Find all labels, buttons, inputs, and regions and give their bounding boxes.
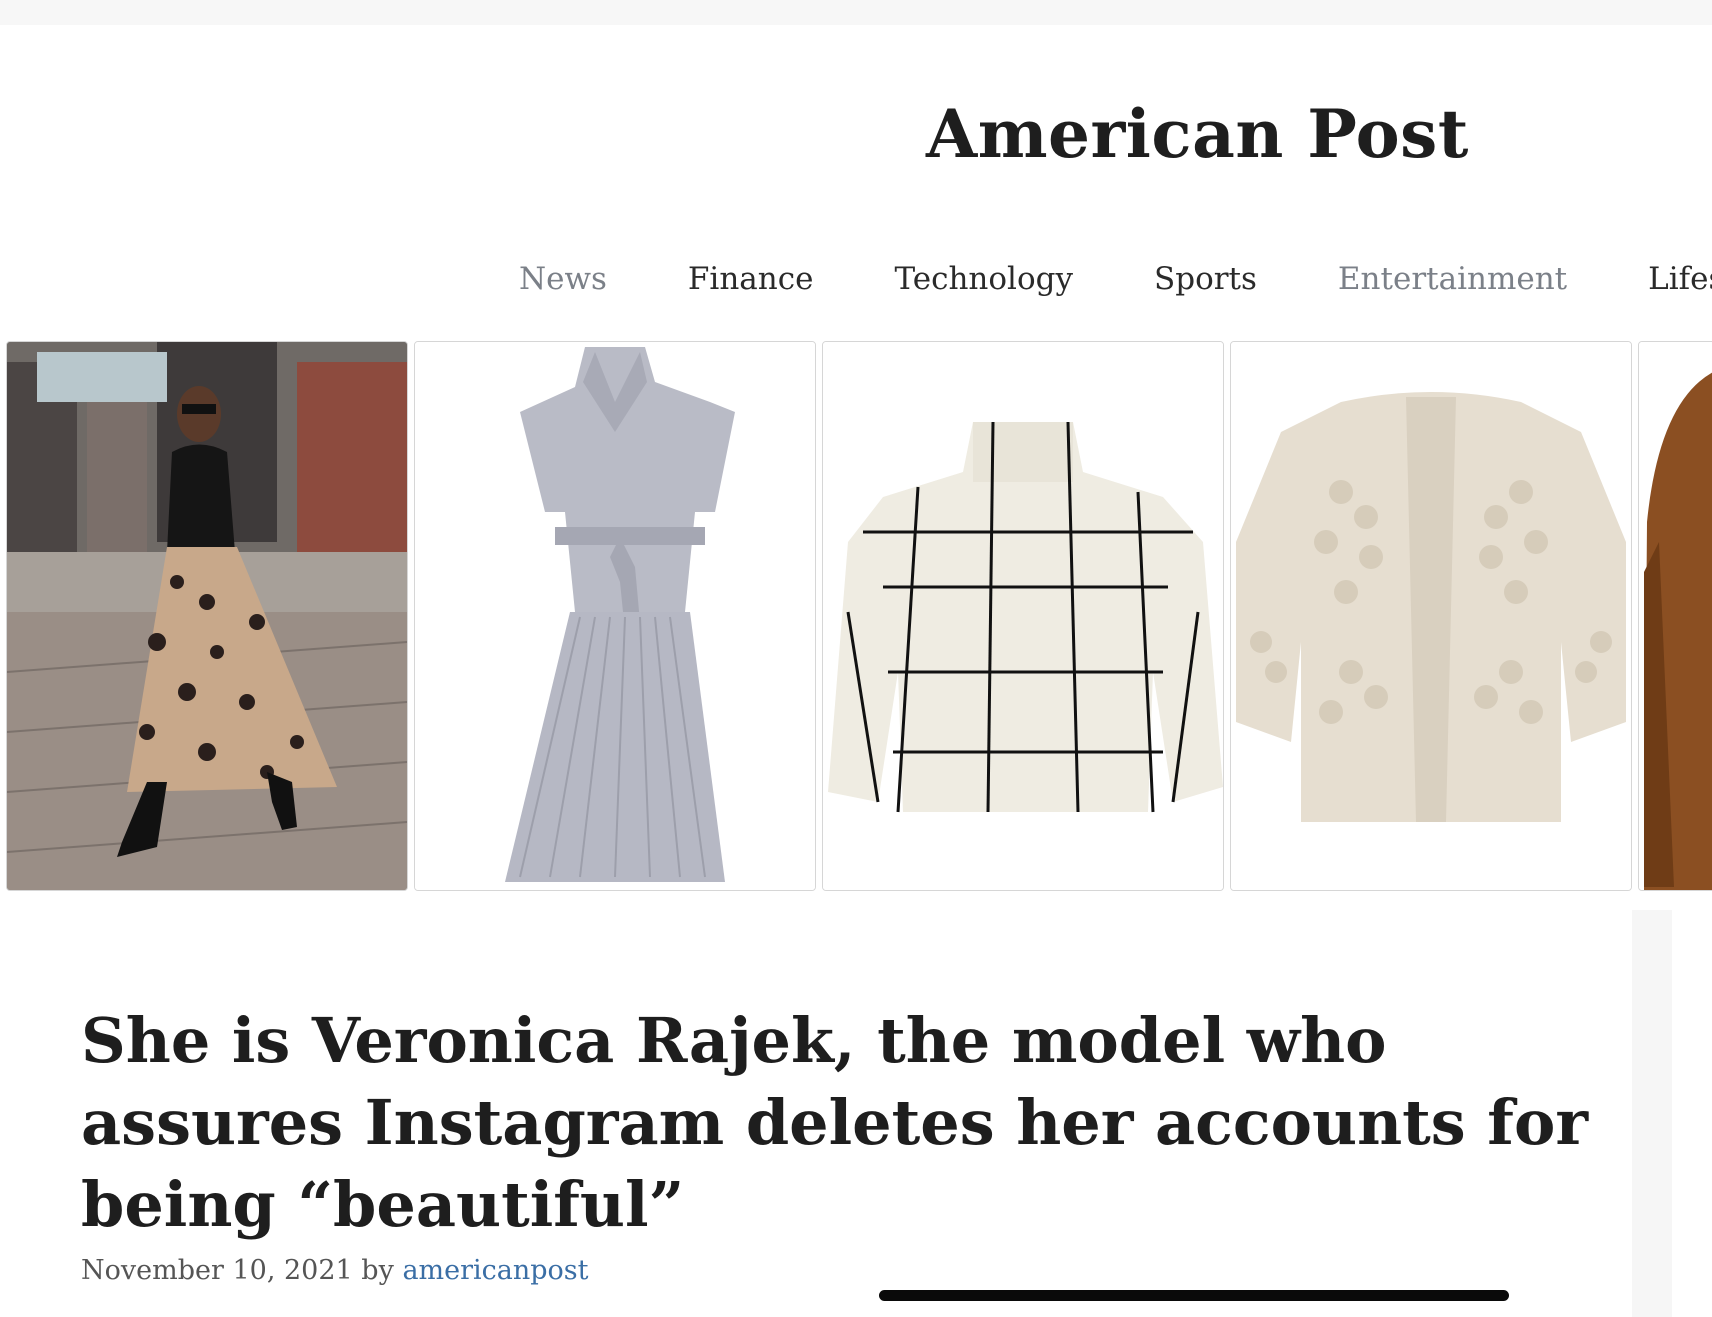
nav-item-finance[interactable]: Finance [688,254,814,304]
main-nav: News Finance Technology Sports Entertain… [519,254,1712,304]
model-in-floral-tulle-skirt-photo [7,342,407,890]
site-title[interactable]: American Post [926,95,1469,173]
article-date: November 10, 2021 [81,1255,353,1286]
carousel-item-grey-dress[interactable] [414,341,816,891]
carousel-item-grid-sweater[interactable] [822,341,1224,891]
nav-item-news[interactable]: News [519,254,607,304]
white-grid-turtleneck-sweater-photo [823,342,1223,890]
brown-sweater-photo [1639,342,1712,890]
nav-item-lifestyle[interactable]: Lifestyle [1648,254,1712,304]
site-header: American Post News Finance Technology Sp… [0,25,1712,910]
nav-item-technology[interactable]: Technology [894,254,1073,304]
nav-item-entertainment[interactable]: Entertainment [1338,254,1567,304]
article-by: by [361,1255,394,1286]
home-indicator-bar[interactable] [879,1290,1509,1301]
nav-item-sports[interactable]: Sports [1154,254,1257,304]
grey-wrap-pleated-dress-photo [415,342,815,890]
article-title[interactable]: She is Veronica Rajek, the model who ass… [81,1000,1641,1246]
product-carousel[interactable] [0,340,1712,893]
cream-pom-pom-cardigan-photo [1231,342,1631,890]
article-author-link[interactable]: americanpost [402,1255,588,1286]
article-meta: November 10, 2021 by americanpost [81,1255,589,1286]
sidebar-card [1672,910,1712,1317]
top-strip [0,0,1712,25]
carousel-item-model-photo[interactable] [6,341,408,891]
carousel-item-pom-cardigan[interactable] [1230,341,1632,891]
carousel-item-brown-sweater[interactable] [1638,341,1712,891]
